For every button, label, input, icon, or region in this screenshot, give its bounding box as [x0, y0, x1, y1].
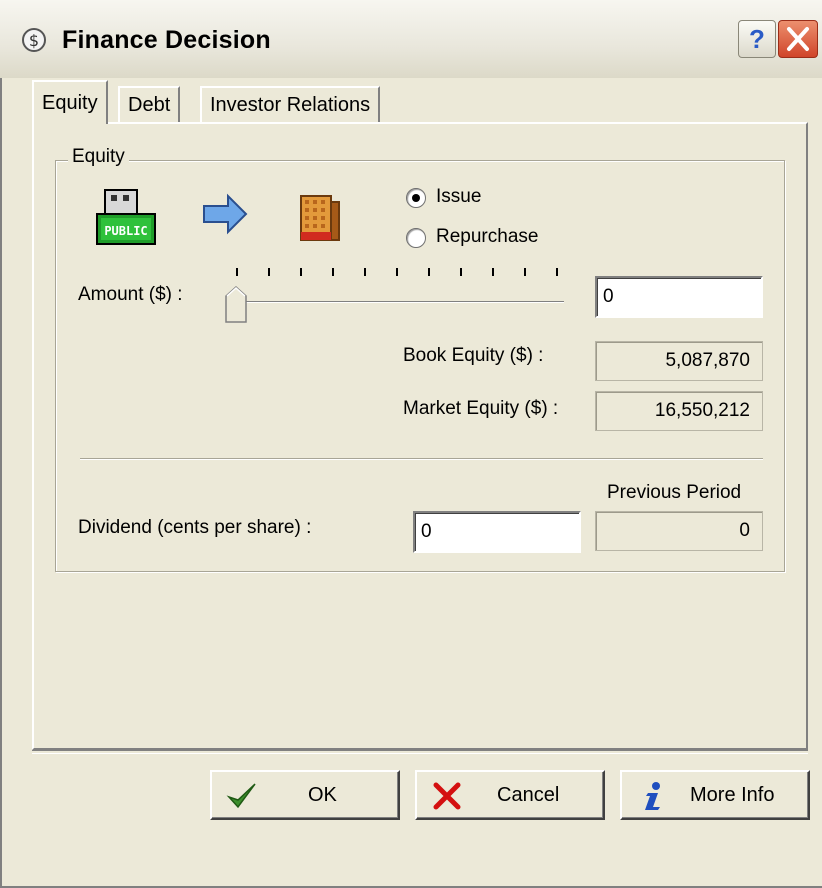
slider-tick	[492, 268, 494, 276]
slider-tick	[396, 268, 398, 276]
book-equity-label: Book Equity ($) :	[403, 345, 544, 366]
tab-debt[interactable]: Debt	[118, 86, 181, 122]
app-icon: $	[22, 28, 46, 52]
group-label: Equity	[68, 146, 129, 168]
slider-tick	[460, 268, 462, 276]
svg-text:$: $	[29, 31, 39, 50]
tab-investor-relations[interactable]: Investor Relations	[200, 86, 381, 122]
issue-label: Issue	[436, 186, 482, 207]
market-equity-value: 16,550,212	[595, 391, 763, 431]
arrow-right-icon	[203, 193, 248, 235]
amount-label: Amount ($) :	[78, 284, 183, 305]
ok-label: OK	[308, 784, 337, 806]
slider-tick	[428, 268, 430, 276]
more-info-button[interactable]: More Info	[620, 770, 810, 820]
question-icon: ?	[749, 24, 765, 54]
more-info-label: More Info	[690, 784, 775, 806]
previous-period-header: Previous Period	[607, 482, 742, 503]
slider-tick	[524, 268, 526, 276]
close-icon	[787, 27, 809, 51]
book-equity-value: 5,087,870	[595, 341, 763, 381]
repurchase-label: Repurchase	[436, 226, 539, 247]
slider-tick	[236, 268, 238, 276]
window-title: Finance Decision	[62, 26, 271, 54]
tab-equity[interactable]: Equity	[32, 80, 108, 124]
market-equity-label: Market Equity ($) :	[403, 398, 559, 419]
help-button[interactable]: ?	[738, 20, 776, 58]
dividend-input[interactable]: 0	[413, 511, 581, 553]
cancel-label: Cancel	[497, 784, 560, 806]
company-building-icon	[300, 195, 340, 241]
amount-slider-track[interactable]	[236, 301, 564, 303]
issue-radio[interactable]	[406, 188, 426, 208]
cancel-button[interactable]: Cancel	[415, 770, 605, 820]
amount-slider-thumb[interactable]	[224, 286, 248, 324]
public-market-icon: PUBLIC	[96, 189, 156, 245]
slider-tick	[300, 268, 302, 276]
cancel-x-icon	[433, 782, 461, 810]
dividend-label: Dividend (cents per share) :	[78, 517, 312, 538]
amount-input[interactable]: 0	[595, 276, 763, 318]
slider-tick	[268, 268, 270, 276]
ok-button[interactable]: OK	[210, 770, 400, 820]
checkmark-icon	[226, 783, 256, 809]
slider-tick	[556, 268, 558, 276]
group-separator	[80, 458, 763, 460]
slider-tick	[332, 268, 334, 276]
svg-text:PUBLIC: PUBLIC	[104, 224, 147, 238]
repurchase-radio[interactable]	[406, 228, 426, 248]
window-frame	[0, 0, 2, 888]
dividend-previous-value: 0	[595, 511, 763, 551]
close-button[interactable]	[778, 20, 818, 58]
button-separator	[32, 750, 808, 754]
slider-tick	[364, 268, 366, 276]
info-icon	[645, 782, 660, 810]
